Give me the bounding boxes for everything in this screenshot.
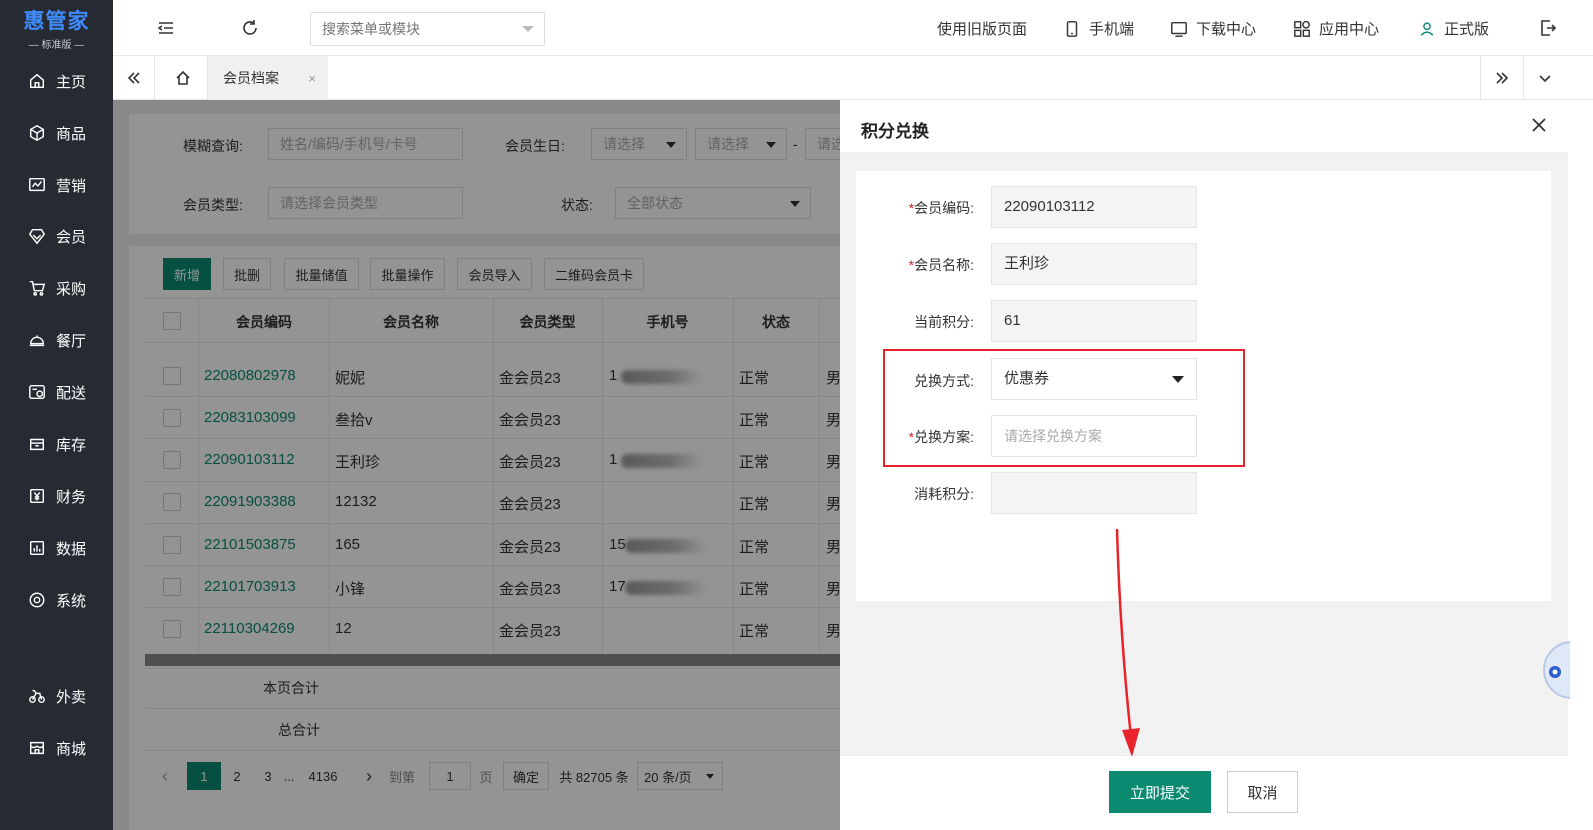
sidebar-item-label: 商品 — [56, 125, 87, 143]
mobile-link[interactable]: 手机端 — [1063, 18, 1134, 39]
sidebar-item-mall[interactable]: 商城 — [0, 728, 113, 768]
logout-icon[interactable] — [1538, 18, 1558, 38]
chart-icon — [29, 177, 45, 192]
sidebar-item-label: 外卖 — [56, 688, 87, 706]
drawer-title: 积分兑换 — [861, 122, 929, 141]
drawer-footer: 立即提交 取消 — [840, 755, 1568, 830]
logo-subtitle: — 标准版 — — [28, 40, 85, 51]
modal-overlay[interactable] — [113, 100, 840, 830]
member-code-label-text: 会员编码: — [914, 200, 974, 216]
app-center-link[interactable]: 应用中心 — [1293, 18, 1379, 39]
diamond-icon — [28, 228, 46, 245]
sidebar-item-label: 配送 — [56, 384, 87, 402]
cube-icon — [29, 124, 45, 142]
drawer-header: 积分兑换 — [840, 100, 1568, 153]
app-center-label: 应用中心 — [1319, 21, 1380, 38]
annotation-highlight-box — [883, 349, 1245, 467]
chevron-down-icon — [1538, 75, 1551, 83]
submit-button[interactable]: 立即提交 — [1109, 771, 1211, 813]
cart-icon — [29, 280, 46, 296]
top-header: 使用旧版页面 手机端 下载中心 应用中心 正式版 — [113, 0, 1593, 56]
member-name-label: *会员名称: — [856, 255, 974, 275]
sidebar-item-data[interactable]: 数据 — [0, 528, 113, 568]
menu-search-input[interactable] — [310, 12, 545, 46]
tab-label: 会员档案 — [223, 70, 279, 86]
close-icon[interactable] — [1528, 114, 1550, 136]
yen-icon — [29, 488, 45, 504]
refresh-icon[interactable] — [240, 18, 260, 38]
tab-home[interactable] — [158, 56, 208, 100]
assistant-float-icon[interactable] — [1540, 640, 1570, 700]
store-icon — [29, 741, 45, 755]
user-icon — [1420, 21, 1434, 36]
member-code-label: *会员编码: — [856, 198, 974, 218]
account-link[interactable]: 正式版 — [1418, 18, 1489, 39]
member-name-field: 王利珍 — [991, 243, 1197, 285]
sidebar-item-label: 餐厅 — [56, 332, 87, 350]
double-chevron-right-icon — [1495, 72, 1508, 84]
apps-icon — [1294, 20, 1310, 37]
sidebar-item-home[interactable]: 主页 — [0, 61, 113, 101]
points-exchange-drawer: 积分兑换 *会员编码: 22090103112 *会员名称: 王利珍 当前积分:… — [840, 100, 1568, 830]
bike-icon — [29, 689, 45, 704]
exchange-form: *会员编码: 22090103112 *会员名称: 王利珍 当前积分: 61 兑… — [856, 171, 1551, 601]
box-icon — [29, 438, 45, 451]
logo-title: 惠管家 — [23, 10, 90, 33]
sidebar-item-label: 会员 — [56, 228, 87, 246]
member-name-label-text: 会员名称: — [914, 257, 974, 273]
delivery-icon — [29, 384, 45, 400]
member-code-field: 22090103112 — [991, 186, 1197, 228]
sidebar-item-label: 财务 — [56, 488, 87, 506]
cancel-button[interactable]: 取消 — [1227, 771, 1298, 813]
sidebar-item-label: 商城 — [56, 740, 87, 758]
old-version-link[interactable]: 使用旧版页面 — [937, 18, 1027, 39]
current-points-label: 当前积分: — [914, 314, 974, 330]
sidebar-item-label: 库存 — [56, 436, 87, 454]
collapse-menu-icon[interactable] — [156, 18, 176, 38]
mobile-label: 手机端 — [1089, 21, 1135, 38]
sidebar-item-finance[interactable]: 财务 — [0, 476, 113, 516]
sidebar-item-member[interactable]: 会员 — [0, 216, 113, 256]
download-center-link[interactable]: 下载中心 — [1170, 18, 1256, 39]
sidebar-item-delivery[interactable]: 配送 — [0, 372, 113, 412]
app-logo[interactable]: 惠管家 — 标准版 — — [0, 0, 113, 56]
sidebar-item-label: 系统 — [56, 592, 87, 610]
sidebar: 惠管家 — 标准版 — 主页 商品 营销 会员 采购 餐厅 配送 库存 财务 数… — [0, 0, 113, 830]
home-icon — [29, 73, 45, 89]
tab-bar: 会员档案 × — [113, 56, 1593, 100]
sidebar-item-label: 营销 — [56, 177, 87, 195]
sidebar-item-marketing[interactable]: 营销 — [0, 165, 113, 205]
tab-member-archive[interactable]: 会员档案 × — [208, 56, 328, 100]
download-icon — [1171, 21, 1187, 37]
consume-points-label: 消耗积分: — [914, 486, 974, 502]
annotation-arrow-icon — [1115, 528, 1140, 757]
sidebar-item-purchase[interactable]: 采购 — [0, 268, 113, 308]
home-icon — [175, 70, 190, 85]
double-chevron-left-icon — [127, 72, 140, 84]
sidebar-item-label: 主页 — [56, 73, 87, 91]
account-label: 正式版 — [1444, 21, 1490, 38]
settings-icon — [29, 592, 45, 608]
sidebar-item-goods[interactable]: 商品 — [0, 113, 113, 153]
sidebar-item-label: 采购 — [56, 280, 87, 298]
bar-chart-icon — [29, 540, 45, 556]
current-points-field: 61 — [991, 300, 1197, 342]
phone-icon — [1066, 20, 1078, 37]
consume-points-field — [991, 472, 1197, 514]
chevron-down-icon[interactable] — [522, 26, 534, 32]
tab-menu[interactable] — [1523, 56, 1565, 100]
download-center-label: 下载中心 — [1196, 21, 1257, 38]
sidebar-item-label: 数据 — [56, 540, 87, 558]
sidebar-item-inventory[interactable]: 库存 — [0, 424, 113, 464]
old-version-label: 使用旧版页面 — [937, 21, 1028, 38]
sidebar-item-restaurant[interactable]: 餐厅 — [0, 320, 113, 360]
tab-scroll-right[interactable] — [1480, 56, 1522, 100]
tab-scroll-left[interactable] — [113, 56, 155, 100]
sidebar-item-takeout[interactable]: 外卖 — [0, 676, 113, 716]
close-icon[interactable]: × — [308, 71, 316, 86]
sidebar-item-system[interactable]: 系统 — [0, 580, 113, 620]
cloche-icon — [29, 335, 45, 347]
